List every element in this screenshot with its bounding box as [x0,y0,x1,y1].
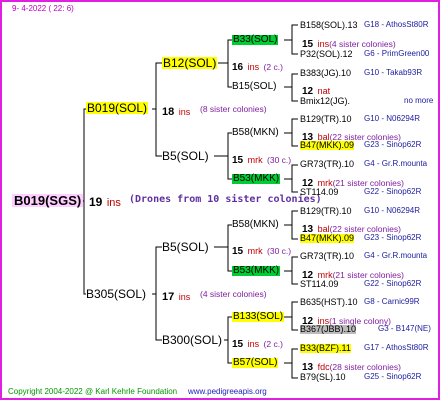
gen4-queen: B367(JBB).10 [300,324,357,334]
gen3-comment: (28 sister colonies) [329,362,401,372]
gen2-queen: B300(SOL) [162,333,223,347]
gen4-queen: Bmix12(JG). [300,96,351,106]
gen4-ref: G3 - B147(NE) [378,324,431,333]
gen1-comment: (8 sister colonies) [200,104,267,114]
gen4-ref: no more [404,96,434,105]
gen2-ins: 15 mrk (30 c.) [232,151,291,167]
gen3-queen: B57(SOL) [232,357,279,368]
gen2-ins-label: ins [247,62,260,72]
gen2-comment: (2 c.) [263,62,283,72]
gen4-ref: G4 - Gr.R.mounta [364,251,428,260]
gen2-ins-num: 15 [232,246,244,257]
gen4-ref: G25 - Sinop62R [364,372,422,381]
gen1-ins-label: ins [178,107,191,117]
root-ins-label: ins [106,197,121,209]
gen4-queen: B33(BZF).11 [300,343,351,353]
root-ins: 19 ins [89,194,121,210]
gen4-ref: G22 - Sinop62R [364,187,422,196]
gen4-ref: G4 - Gr.R.mounta [364,159,428,168]
gen4-queen: B635(HST).10 [300,297,358,307]
gen3-queen: B58(MKN) [232,127,279,138]
gen4-queen: ST114.09 [300,279,339,289]
gen3-queen: B53(MKK) [232,173,281,184]
gen2-ins-label: mrk [247,155,263,165]
gen3-ins-label: nat [317,86,331,96]
gen2-ins-num: 16 [232,62,244,73]
gen2-comment: (30 c.) [267,246,292,256]
gen4-queen: B129(TR).10 [300,206,352,216]
root-comment: (Drones from 10 sister colonies) [129,194,322,205]
gen2-ins: 16 ins (2 c.) [232,58,283,74]
gen1-queen: B019(SOL) [86,101,149,115]
gen4-queen: B47(MKK).09 [300,140,355,150]
header-date: 9- 4-2022 ( 22: 6) [12,4,74,13]
gen4-ref: G23 - Sinop62R [364,233,422,242]
gen1-ins-num: 17 [162,291,175,303]
gen4-ref: G6 - PrimGreen00 [364,49,430,58]
gen1-ins-label: ins [178,292,191,302]
pedigree-frame: 9- 4-2022 ( 22: 6) B019(SGS) 19 ins (Dro… [0,0,440,400]
gen1-ins-num: 18 [162,106,175,118]
gen3-queen: B33(SOL) [232,34,279,45]
gen4-ref: G10 - Takab93R [364,68,423,77]
gen4-ref: G8 - Carnic99R [364,297,420,306]
footer-copyright: Copyright 2004-2022 @ Karl Kehrle Founda… [8,387,178,396]
gen1-ins: 18 ins [162,103,190,119]
gen4-ref: G18 - AthosSt80R [364,20,429,29]
gen4-ref: G22 - Sinop62R [364,279,422,288]
gen2-ins-label: ins [247,339,260,349]
gen4-queen: GR73(TR).10 [300,159,355,169]
gen4-ref: G23 - Sinop62R [364,140,422,149]
gen4-ref: G17 - AthosSt80R [364,343,429,352]
gen3-queen: B15(SOL) [232,81,277,92]
gen4-ref: G10 - N06294R [364,206,421,215]
gen1-comment: (4 sister colonies) [200,289,267,299]
gen2-queen: B12(SOL) [162,56,218,70]
gen2-ins: 15 mrk (30 c.) [232,242,291,258]
gen2-ins: 15 ins (2 c.) [232,335,283,351]
gen3-queen: B133(SOL) [232,311,285,322]
gen4-queen: B383(JG).10 [300,68,352,78]
gen2-ins-num: 15 [232,155,244,166]
gen1-queen: B305(SOL) [86,287,147,301]
gen4-ref: G10 - N06294R [364,114,421,123]
gen4-queen: B158(SOL).13 [300,20,358,30]
gen4-queen: B79(SL).10 [300,372,346,382]
gen4-queen: P32(SOL).12 [300,49,353,59]
gen2-queen: B5(SOL) [162,149,209,163]
gen4-queen: B47(MKK).09 [300,233,355,243]
gen3-comment: (4 sister colonies) [329,39,396,49]
footer-site: www.pedigreeapis.org [188,387,267,396]
gen2-comment: (30 c.) [267,155,292,165]
root-queen: B019(SGS) [12,193,84,208]
gen2-ins-label: mrk [247,246,263,256]
gen3-queen: B58(MKN) [232,219,279,230]
root-ins-num: 19 [89,195,103,209]
gen2-comment: (2 c.) [263,339,283,349]
gen4-queen: GR73(TR).10 [300,251,355,261]
gen3-ins-label: ins [317,39,330,49]
gen3-ins-label: fdc [317,362,330,372]
gen2-ins-num: 15 [232,339,244,350]
gen2-queen: B5(SOL) [162,240,209,254]
gen1-ins: 17 ins [162,288,190,304]
gen3-queen: B53(MKK) [232,265,281,276]
gen4-queen: ST114.09 [300,187,339,197]
gen4-queen: B129(TR).10 [300,114,352,124]
